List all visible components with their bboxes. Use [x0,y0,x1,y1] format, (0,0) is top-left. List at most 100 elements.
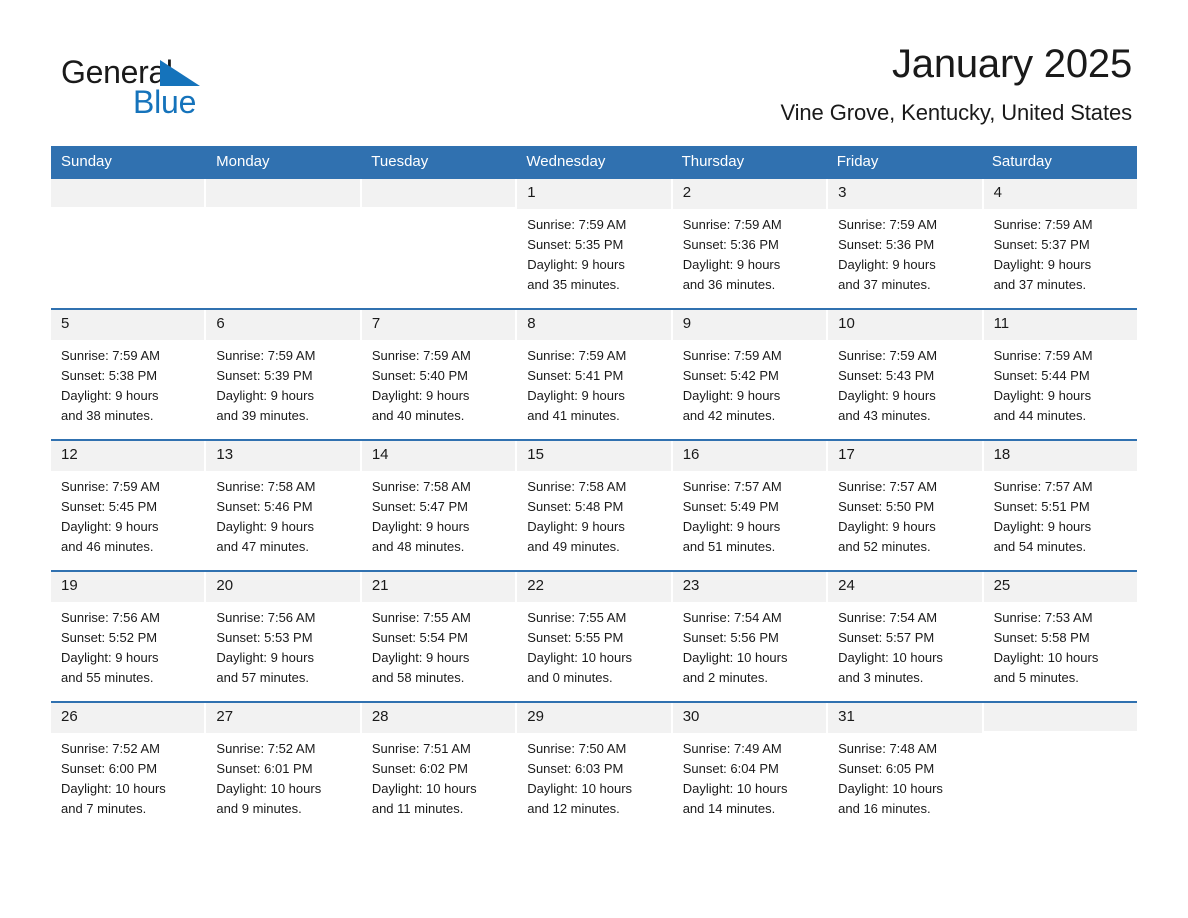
daylight-text-line1: Daylight: 9 hours [371,649,470,665]
day-details: Sunrise: 7:58 AM Sunset: 5:46 PM Dayligh… [206,471,359,557]
sunset-text: Sunset: 5:55 PM [527,629,624,645]
day-cell[interactable]: 26 Sunrise: 7:52 AM Sunset: 6:00 PM Dayl… [51,703,205,824]
day-cell[interactable]: 9 Sunrise: 7:59 AM Sunset: 5:42 PM Dayli… [672,310,827,431]
day-number: 21 [361,572,516,602]
day-cell[interactable]: 18 Sunrise: 7:57 AM Sunset: 5:51 PM Dayl… [983,441,1137,562]
daylight-text-line2: and 58 minutes. [371,669,465,685]
sunset-text: Sunset: 5:48 PM [527,498,624,514]
day-cell[interactable]: 13 Sunrise: 7:58 AM Sunset: 5:46 PM Dayl… [206,441,360,562]
day-details: Sunrise: 7:59 AM Sunset: 5:35 PM Dayligh… [517,209,670,295]
day-cell[interactable]: 7 Sunrise: 7:59 AM Sunset: 5:40 PM Dayli… [361,310,516,431]
day-cell[interactable]: 14 Sunrise: 7:58 AM Sunset: 5:47 PM Dayl… [361,441,516,562]
daylight-text-line2: and 35 minutes. [527,276,620,292]
day-details: Sunrise: 7:54 AM Sunset: 5:57 PM Dayligh… [828,602,981,688]
day-number: 27 [206,703,360,733]
day-cell [983,703,1137,824]
day-number [361,179,516,208]
day-cell[interactable]: 1 Sunrise: 7:59 AM Sunset: 5:35 PM Dayli… [517,179,671,300]
daylight-text-line2: and 43 minutes. [838,407,931,423]
daylight-text-line1: Daylight: 10 hours [993,649,1099,665]
daylight-text-line1: Daylight: 9 hours [838,518,936,534]
sunrise-text: Sunrise: 7:51 AM [371,740,471,756]
day-cell[interactable]: 24 Sunrise: 7:54 AM Sunset: 5:57 PM Dayl… [828,572,982,693]
general-blue-logo[interactable]: General Blue [57,44,257,118]
sunset-text: Sunset: 6:03 PM [527,760,624,776]
day-cell[interactable]: 10 Sunrise: 7:59 AM Sunset: 5:43 PM Dayl… [828,310,982,431]
daylight-text-line1: Daylight: 9 hours [216,387,314,403]
day-cell[interactable]: 23 Sunrise: 7:54 AM Sunset: 5:56 PM Dayl… [672,572,827,693]
day-number: 12 [51,441,205,471]
daylight-text-line1: Daylight: 9 hours [993,518,1092,534]
daylight-text-line2: and 16 minutes. [838,800,931,816]
day-number: 24 [828,572,982,602]
sunrise-text: Sunrise: 7:54 AM [682,609,782,625]
page-title: January 2025 [891,42,1132,86]
day-cell[interactable]: 19 Sunrise: 7:56 AM Sunset: 5:52 PM Dayl… [51,572,205,693]
day-number: 29 [517,703,671,733]
sunset-text: Sunset: 5:36 PM [682,236,779,252]
sunrise-text: Sunrise: 7:59 AM [371,347,471,363]
sunset-text: Sunset: 5:45 PM [61,498,158,514]
day-details: Sunrise: 7:49 AM Sunset: 6:04 PM Dayligh… [673,733,826,819]
page-header: General Blue January 2025 Vine Grove, Ke… [0,0,1188,124]
day-details: Sunrise: 7:57 AM Sunset: 5:51 PM Dayligh… [984,471,1137,557]
day-cell[interactable]: 2 Sunrise: 7:59 AM Sunset: 5:36 PM Dayli… [672,179,827,300]
daylight-text-line2: and 44 minutes. [993,407,1087,423]
sunrise-text: Sunrise: 7:59 AM [61,478,160,494]
day-cell[interactable]: 29 Sunrise: 7:50 AM Sunset: 6:03 PM Dayl… [517,703,671,824]
day-cell[interactable]: 30 Sunrise: 7:49 AM Sunset: 6:04 PM Dayl… [672,703,827,824]
day-details: Sunrise: 7:54 AM Sunset: 5:56 PM Dayligh… [673,602,826,688]
daylight-text-line1: Daylight: 9 hours [682,518,781,534]
day-cell[interactable]: 5 Sunrise: 7:59 AM Sunset: 5:38 PM Dayli… [51,310,205,431]
day-details: Sunrise: 7:59 AM Sunset: 5:39 PM Dayligh… [206,340,359,426]
week-row: 26 Sunrise: 7:52 AM Sunset: 6:00 PM Dayl… [51,701,1137,824]
day-details: Sunrise: 7:59 AM Sunset: 5:38 PM Dayligh… [51,340,204,426]
day-cell [206,179,360,300]
day-cell[interactable]: 27 Sunrise: 7:52 AM Sunset: 6:01 PM Dayl… [206,703,360,824]
day-cell[interactable]: 21 Sunrise: 7:55 AM Sunset: 5:54 PM Dayl… [361,572,516,693]
daylight-text-line1: Daylight: 9 hours [527,256,625,272]
day-cell[interactable]: 17 Sunrise: 7:57 AM Sunset: 5:50 PM Dayl… [828,441,982,562]
daylight-text-line2: and 42 minutes. [682,407,776,423]
day-cell[interactable]: 4 Sunrise: 7:59 AM Sunset: 5:37 PM Dayli… [983,179,1137,300]
day-cell[interactable]: 25 Sunrise: 7:53 AM Sunset: 5:58 PM Dayl… [983,572,1137,693]
day-cell[interactable]: 3 Sunrise: 7:59 AM Sunset: 5:36 PM Dayli… [828,179,982,300]
week-row: 5 Sunrise: 7:59 AM Sunset: 5:38 PM Dayli… [51,308,1137,431]
sunrise-text: Sunrise: 7:55 AM [527,609,627,625]
day-cell[interactable]: 16 Sunrise: 7:57 AM Sunset: 5:49 PM Dayl… [672,441,827,562]
day-number: 16 [672,441,827,471]
sunrise-text: Sunrise: 7:57 AM [993,478,1093,494]
day-cell[interactable]: 8 Sunrise: 7:59 AM Sunset: 5:41 PM Dayli… [517,310,671,431]
day-cell[interactable]: 20 Sunrise: 7:56 AM Sunset: 5:53 PM Dayl… [206,572,360,693]
daylight-text-line1: Daylight: 10 hours [682,649,788,665]
day-number: 15 [517,441,671,471]
day-details: Sunrise: 7:59 AM Sunset: 5:44 PM Dayligh… [984,340,1137,426]
daylight-text-line1: Daylight: 9 hours [371,518,470,534]
day-details: Sunrise: 7:56 AM Sunset: 5:52 PM Dayligh… [51,602,204,688]
day-cell[interactable]: 22 Sunrise: 7:55 AM Sunset: 5:55 PM Dayl… [517,572,671,693]
day-number: 1 [517,179,671,209]
day-cell[interactable]: 28 Sunrise: 7:51 AM Sunset: 6:02 PM Dayl… [361,703,516,824]
daylight-text-line2: and 9 minutes. [216,800,302,816]
day-number: 18 [983,441,1137,471]
day-number: 9 [672,310,827,340]
daylight-text-line1: Daylight: 9 hours [682,387,781,403]
triangle-icon [160,60,200,86]
daylight-text-line1: Daylight: 9 hours [838,256,936,272]
daylight-text-line2: and 3 minutes. [838,669,924,685]
column-header-tuesday: Tuesday [371,152,429,170]
day-cell[interactable]: 15 Sunrise: 7:58 AM Sunset: 5:48 PM Dayl… [517,441,671,562]
logo-text-blue: Blue [133,84,197,120]
daylight-text-line2: and 40 minutes. [371,407,465,423]
sunset-text: Sunset: 5:38 PM [61,367,158,383]
day-cell[interactable]: 11 Sunrise: 7:59 AM Sunset: 5:44 PM Dayl… [983,310,1137,431]
daylight-text-line2: and 14 minutes. [682,800,776,816]
day-cell[interactable]: 6 Sunrise: 7:59 AM Sunset: 5:39 PM Dayli… [206,310,360,431]
daylight-text-line2: and 2 minutes. [682,669,768,685]
day-number: 13 [206,441,360,471]
day-cell[interactable]: 31 Sunrise: 7:48 AM Sunset: 6:05 PM Dayl… [828,703,982,824]
day-cell[interactable]: 12 Sunrise: 7:59 AM Sunset: 5:45 PM Dayl… [51,441,205,562]
day-details: Sunrise: 7:53 AM Sunset: 5:58 PM Dayligh… [984,602,1137,688]
daylight-text-line1: Daylight: 9 hours [61,518,159,534]
sunrise-text: Sunrise: 7:56 AM [61,609,160,625]
